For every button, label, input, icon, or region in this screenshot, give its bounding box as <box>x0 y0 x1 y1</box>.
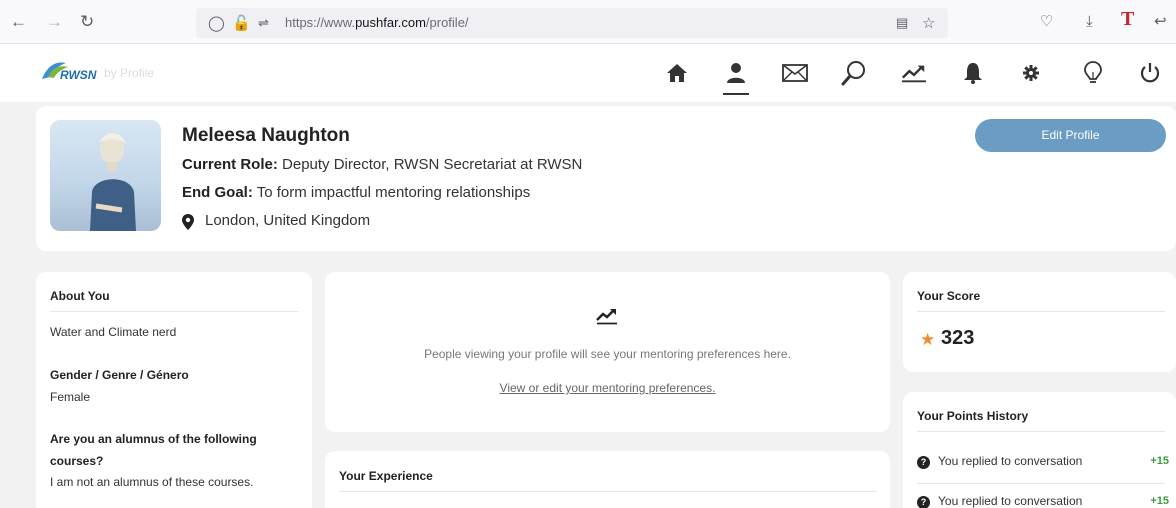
rwsn-logo[interactable]: RWSN <box>38 57 104 83</box>
reload-icon[interactable]: ↻ <box>80 12 94 32</box>
messages-icon[interactable] <box>782 60 808 86</box>
extension-t-icon[interactable]: T <box>1121 9 1134 29</box>
active-tab-indicator <box>723 93 749 95</box>
points-item-value: +15 <box>1150 455 1169 467</box>
score-divider <box>917 311 1165 312</box>
share-icon[interactable]: ↩ <box>1154 12 1167 32</box>
edit-preferences-link[interactable]: View or edit your mentoring preferences <box>500 381 713 395</box>
forward-icon[interactable]: → <box>46 12 63 32</box>
end-goal-value: To form impactful mentoring relationship… <box>256 184 531 201</box>
points-history-item: ? You replied to conversation +15 <box>917 493 1169 508</box>
points-history-card: Your Points History ? You replied to con… <box>903 392 1176 508</box>
gender-value: Female <box>50 390 91 404</box>
ideas-icon[interactable] <box>1080 60 1106 86</box>
profile-header-card: Meleesa Naughton Current Role: Deputy Di… <box>36 106 1176 251</box>
preferences-message: People viewing your profile will see you… <box>424 347 791 361</box>
lock-icon[interactable]: 🔓 <box>232 14 251 32</box>
points-item-value: +15 <box>1150 495 1169 507</box>
permissions-icon[interactable]: ⇌ <box>258 15 269 31</box>
current-role-label: Current Role: <box>182 156 278 173</box>
url-path: /profile/ <box>425 15 469 30</box>
logo-suffix: by Profile <box>104 66 155 80</box>
experience-card: Your Experience <box>325 451 890 508</box>
logout-icon[interactable] <box>1137 60 1163 86</box>
score-value: 323 <box>941 327 975 349</box>
question-icon: ? <box>917 496 930 508</box>
points-history-item: ? You replied to conversation +15 <box>917 453 1169 475</box>
alumnus-value: I am not an alumnus of these courses. <box>50 475 254 489</box>
alumnus-label-line2: courses? <box>50 454 104 468</box>
experience-divider <box>339 491 877 492</box>
profile-avatar <box>50 120 161 231</box>
downloads-icon[interactable]: ⤓ <box>1086 12 1093 32</box>
settings-icon[interactable] <box>1018 60 1044 86</box>
location-pin-icon <box>182 214 194 230</box>
end-goal-label: End Goal: <box>182 184 253 201</box>
current-role-line: Current Role: Deputy Director, RWSN Secr… <box>182 156 582 173</box>
trend-icon <box>596 309 617 325</box>
score-card: Your Score ★ 323 <box>903 272 1176 372</box>
score-title: Your Score <box>917 289 981 303</box>
experience-title: Your Experience <box>339 469 433 483</box>
progress-icon[interactable] <box>901 60 927 86</box>
shield-icon[interactable]: ◯ <box>208 14 225 32</box>
points-item-text: You replied to conversation <box>938 454 1083 468</box>
url-prefix: https://www. <box>285 15 356 30</box>
profile-icon[interactable] <box>723 60 749 86</box>
about-title: About You <box>50 289 110 303</box>
reader-view-icon[interactable]: ▤ <box>896 15 908 31</box>
about-you-card: About You Water and Climate nerd Gender … <box>36 272 312 508</box>
alumnus-label-line1: Are you an alumnus of the following <box>50 432 257 446</box>
browser-toolbar: ← → ↻ ◯ 🔓 ⇌ https://www.pushfar.com/prof… <box>0 0 1176 44</box>
home-icon[interactable] <box>664 60 690 86</box>
profile-location: London, United Kingdom <box>205 212 371 229</box>
current-role-value: Deputy Director, RWSN Secretariat at RWS… <box>282 156 583 173</box>
notifications-icon[interactable] <box>960 60 986 86</box>
address-bar[interactable]: ◯ 🔓 ⇌ https://www.pushfar.com/profile/ ▤… <box>196 8 948 38</box>
pocket-icon[interactable]: ♡ <box>1040 12 1053 32</box>
points-history-title: Your Points History <box>917 409 1029 423</box>
search-icon[interactable] <box>841 60 867 86</box>
points-history-divider <box>917 431 1165 432</box>
points-row-divider <box>917 483 1165 484</box>
app-navbar: RWSN by Profile <box>0 44 1176 102</box>
end-goal-line: End Goal: To form impactful mentoring re… <box>182 184 530 201</box>
mentoring-preferences-card: People viewing your profile will see you… <box>325 272 890 432</box>
back-icon[interactable]: ← <box>10 12 27 32</box>
url-domain: pushfar.com <box>355 15 426 30</box>
preferences-link-period: . <box>712 381 716 395</box>
bookmark-star-icon[interactable]: ☆ <box>922 14 935 32</box>
question-icon: ? <box>917 456 930 469</box>
about-divider <box>50 311 298 312</box>
star-icon: ★ <box>920 330 936 349</box>
profile-name: Meleesa Naughton <box>182 125 350 146</box>
url-text[interactable]: https://www.pushfar.com/profile/ <box>285 15 469 30</box>
points-item-text: You replied to conversation <box>938 494 1083 508</box>
about-bio: Water and Climate nerd <box>50 325 177 339</box>
preferences-link-line: View or edit your mentoring preferences. <box>325 381 890 395</box>
edit-profile-button[interactable]: Edit Profile <box>975 119 1166 152</box>
logo-text: RWSN <box>60 68 97 82</box>
gender-label: Gender / Genre / Género <box>50 368 189 382</box>
